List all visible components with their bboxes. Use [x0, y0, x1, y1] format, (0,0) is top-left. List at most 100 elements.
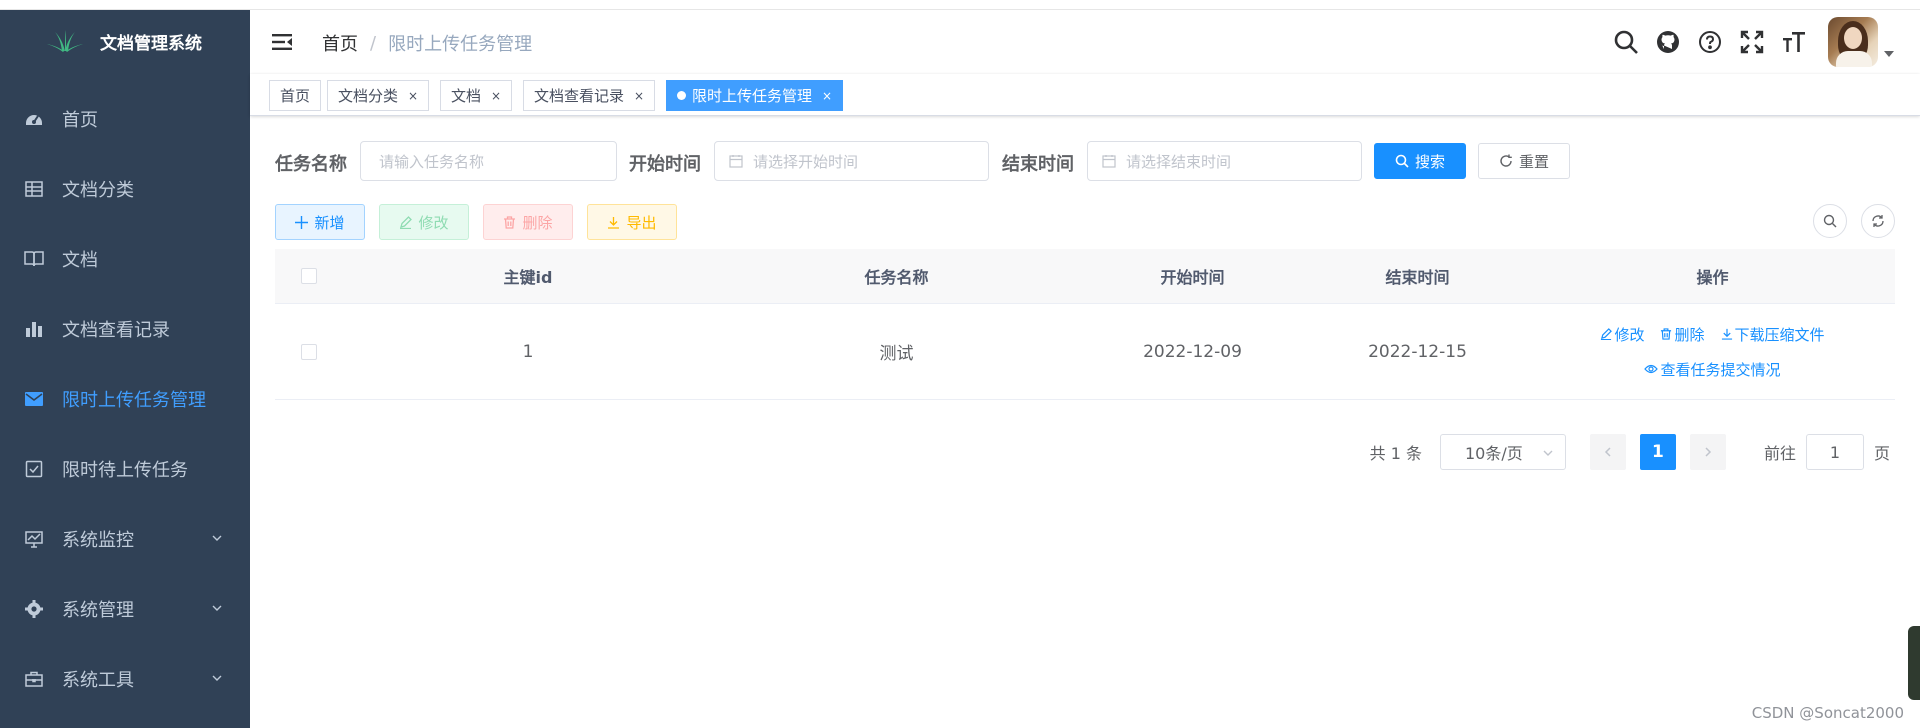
start-time-picker[interactable]: 请选择开始时间 [714, 141, 989, 181]
font-size-icon[interactable] [1780, 28, 1808, 56]
column-header-actions: 操作 [1696, 268, 1729, 287]
app-title: 文档管理系统 [100, 33, 202, 54]
row-view-submissions-link[interactable]: 查看任务提交情况 [1644, 359, 1781, 380]
end-time-picker[interactable]: 请选择结束时间 [1087, 141, 1362, 181]
tag-label: 文档 [451, 87, 482, 105]
delete-button-label: 删除 [522, 213, 553, 232]
refresh-icon [1872, 215, 1884, 227]
avatar[interactable] [1828, 17, 1878, 67]
delete-button[interactable]: 删除 [483, 204, 573, 240]
toggle-search-button[interactable] [1813, 204, 1847, 238]
reset-button-label: 重置 [1518, 152, 1549, 171]
select-all-checkbox[interactable] [301, 268, 317, 284]
active-dot-icon [677, 91, 686, 100]
column-header-end-time[interactable]: 结束时间 [1305, 264, 1530, 288]
table-icon [24, 179, 44, 199]
bar-chart-icon [24, 319, 44, 339]
chevron-down-icon [212, 605, 222, 611]
add-button[interactable]: 新增 [275, 204, 365, 240]
breadcrumb-current: 限时上传任务管理 [388, 34, 533, 55]
column-header-id[interactable]: 主键id [343, 264, 713, 288]
sidebar-item-timed-upload-task-mgmt[interactable]: 限时上传任务管理 [0, 364, 250, 434]
logo[interactable]: 文档管理系统 [0, 10, 250, 72]
help-icon[interactable] [1696, 28, 1724, 56]
row-delete-link[interactable]: 删除 [1660, 324, 1705, 345]
sidebar-item-timed-pending-upload[interactable]: 限时待上传任务 [0, 434, 250, 504]
close-icon[interactable]: × [491, 89, 501, 103]
tag-label: 限时上传任务管理 [692, 87, 813, 105]
prev-page-button[interactable] [1589, 434, 1626, 470]
sidebar-item-system-monitor[interactable]: 系统监控 [0, 504, 250, 574]
plus-icon [295, 215, 309, 229]
github-icon[interactable] [1654, 28, 1682, 56]
search-button-label: 搜索 [1414, 152, 1445, 171]
goto-page-input[interactable] [1805, 434, 1864, 470]
reset-button[interactable]: 重置 [1478, 143, 1570, 179]
tag-timed-upload-task-mgmt[interactable]: 限时上传任务管理 × [666, 80, 844, 111]
navbar-right-menu [1612, 10, 1920, 74]
trash-icon [503, 215, 516, 229]
row-download-label: 下载压缩文件 [1734, 325, 1825, 344]
task-name-placeholder: 请输入任务名称 [379, 152, 485, 171]
tag-doc-view-log[interactable]: 文档查看记录 × [523, 80, 656, 111]
gear-icon [24, 599, 44, 619]
sidebar-item-system-mgmt[interactable]: 系统管理 [0, 574, 250, 644]
page-jumper: 前往 页 [1764, 434, 1890, 470]
tag-label: 首页 [280, 87, 311, 105]
navbar: 首页 / 限时上传任务管理 [250, 10, 1920, 74]
cell-end-time: 2022-12-15 [1368, 341, 1467, 362]
search-icon[interactable] [1612, 28, 1640, 56]
sidebar-item-system-tools[interactable]: 系统工具 [0, 644, 250, 714]
side-widget[interactable] [1908, 626, 1920, 700]
search-button[interactable]: 搜索 [1374, 143, 1466, 179]
page-number-button[interactable]: 1 [1639, 434, 1676, 470]
export-button[interactable]: 导出 [587, 204, 677, 240]
column-header-task-name[interactable]: 任务名称 [713, 264, 1080, 288]
add-button-label: 新增 [314, 213, 345, 232]
sidebar-item-doc-view-log[interactable]: 文档查看记录 [0, 294, 250, 364]
cell-id: 1 [522, 341, 534, 362]
export-button-label: 导出 [626, 213, 657, 232]
close-icon[interactable]: × [822, 89, 832, 103]
edit-icon [399, 215, 413, 229]
start-time-placeholder: 请选择开始时间 [753, 152, 859, 171]
monitor-icon [24, 529, 44, 549]
fullscreen-icon[interactable] [1738, 28, 1766, 56]
calendar-icon [729, 155, 743, 168]
close-icon[interactable]: × [408, 89, 418, 103]
dashboard-icon [24, 109, 44, 129]
sidebar-item-doc-category[interactable]: 文档分类 [0, 154, 250, 224]
sidebar-item-doc[interactable]: 文档 [0, 224, 250, 294]
sidebar-item-home[interactable]: 首页 [0, 84, 250, 154]
row-download-link[interactable]: 下载压缩文件 [1721, 324, 1825, 345]
sidebar-item-label: 限时待上传任务 [62, 460, 188, 481]
cell-task-name: 测试 [879, 344, 914, 364]
hamburger-icon[interactable] [270, 30, 294, 54]
tag-doc-category[interactable]: 文档分类 × [327, 80, 430, 111]
row-delete-label: 删除 [1674, 325, 1705, 344]
book-icon [24, 249, 44, 269]
close-icon[interactable]: × [634, 89, 644, 103]
edit-button[interactable]: 修改 [379, 204, 469, 240]
end-time-label: 结束时间 [1002, 154, 1074, 175]
tag-doc[interactable]: 文档 × [440, 80, 513, 111]
caret-down-icon[interactable] [1884, 51, 1894, 57]
mail-icon [24, 389, 44, 409]
tag-home[interactable]: 首页 [269, 80, 322, 111]
row-checkbox[interactable] [301, 343, 317, 360]
page-size-select[interactable]: 10条/页 [1439, 434, 1566, 470]
refresh-table-button[interactable] [1861, 204, 1895, 238]
column-header-start-time[interactable]: 开始时间 [1080, 264, 1305, 288]
row-edit-link[interactable]: 修改 [1600, 324, 1644, 345]
tag-label: 文档查看记录 [534, 87, 625, 105]
refresh-icon [1499, 154, 1513, 168]
chevron-down-icon [1543, 450, 1553, 456]
task-name-input[interactable]: 请输入任务名称 [360, 141, 617, 181]
top-border [0, 0, 1920, 10]
download-icon [607, 216, 620, 229]
search-icon [1395, 154, 1409, 168]
cell-start-time: 2022-12-09 [1143, 341, 1242, 362]
next-page-button[interactable] [1689, 434, 1726, 470]
breadcrumb-home[interactable]: 首页 [322, 30, 358, 56]
download-icon [1721, 328, 1733, 340]
